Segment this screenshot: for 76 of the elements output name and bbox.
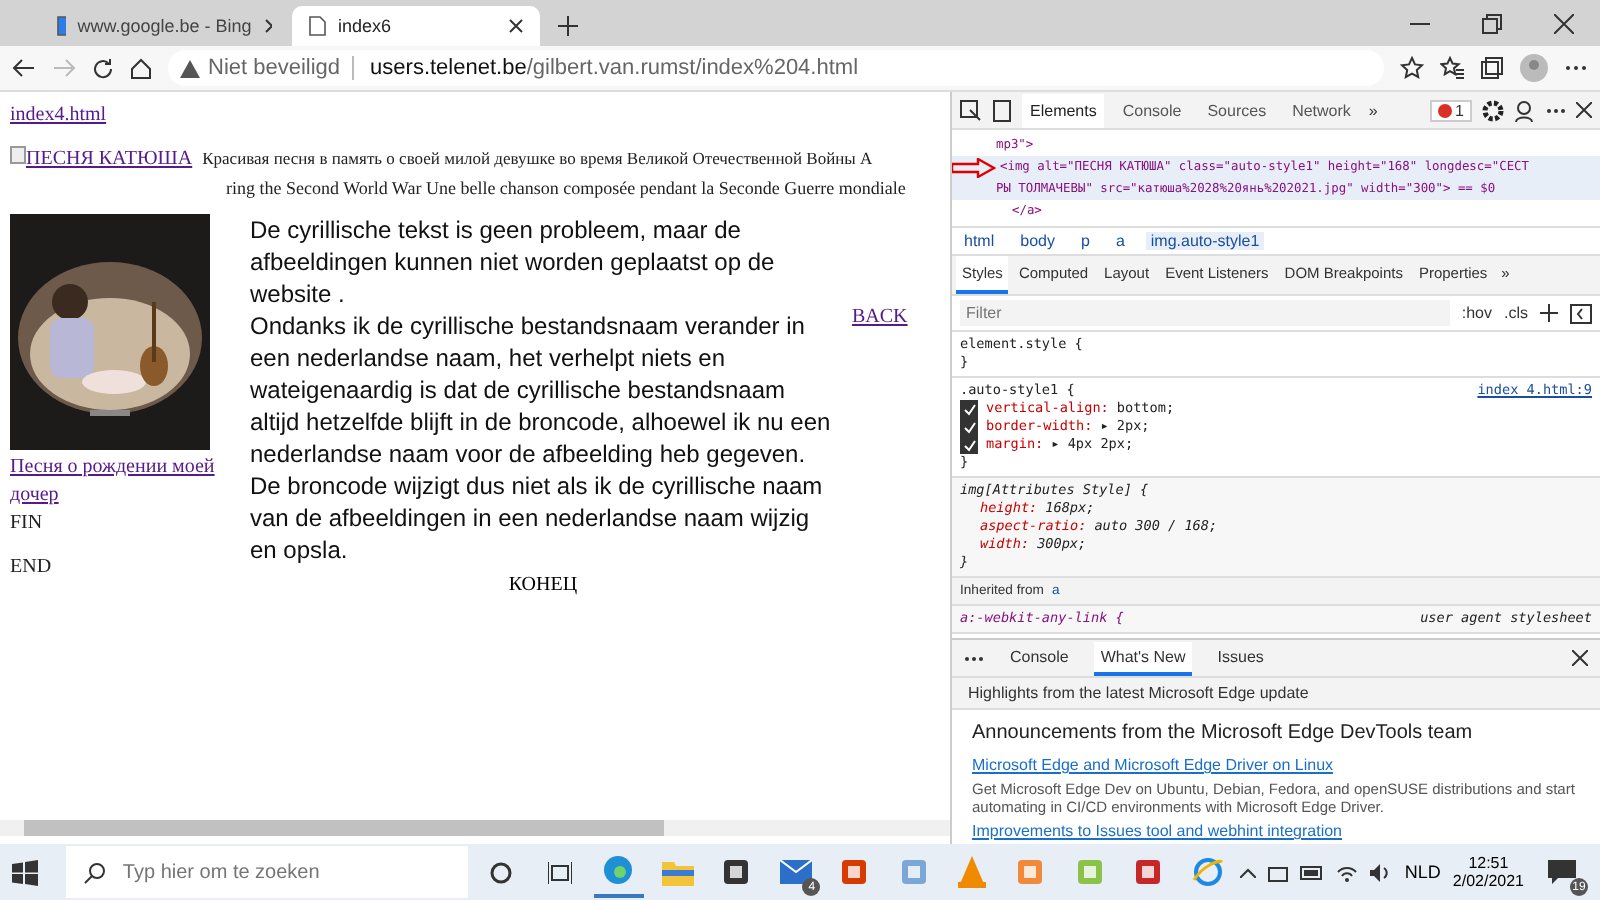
back-icon[interactable]	[12, 58, 36, 78]
search-field[interactable]: Typ hier om te zoeken	[66, 846, 468, 898]
battery-icon[interactable]	[1300, 865, 1325, 879]
more-tabs-button[interactable]: »	[1368, 101, 1378, 119]
clock[interactable]: 12:51 2/02/2021	[1452, 854, 1524, 890]
device-icon[interactable]	[992, 99, 1012, 121]
drawer-tab[interactable]: What's New	[1094, 641, 1192, 675]
warning-icon	[180, 59, 200, 77]
language-indicator[interactable]: NLD	[1404, 862, 1441, 882]
breadcrumb[interactable]: a	[1111, 232, 1129, 250]
security-label: Niet beveiligd	[208, 56, 355, 80]
minimize-icon[interactable]	[1410, 21, 1430, 25]
drawer-tab[interactable]: Console	[1004, 641, 1075, 675]
inspect-icon[interactable]	[960, 99, 982, 121]
sidebar-icon[interactable]	[1570, 303, 1592, 323]
highlight-text: Highlights from the latest Microsoft Edge update	[952, 678, 1600, 710]
link[interactable]: ПЕСНЯ КАТЮША	[26, 148, 193, 170]
url-text: users.telenet.be/gilbert.van.rumst/index%204.html	[370, 56, 859, 80]
broken-image-icon	[10, 146, 26, 164]
paragraph: De cyrillische tekst is geen probleem, maar de afbeeldingen kunnen niet worden geplaatst op de website .	[250, 214, 777, 310]
browser-tab[interactable]: index6	[292, 6, 540, 46]
drawer-tab[interactable]: Issues	[1211, 641, 1270, 675]
page-icon	[56, 16, 66, 36]
breadcrumb[interactable]: body	[1016, 232, 1059, 250]
devtools-tab[interactable]: Console	[1114, 93, 1190, 127]
checkbox[interactable]	[960, 418, 978, 436]
paragraph: Ondanks ik de cyrillische bestandsnaam verander in een nederlandse naam, het verhelpt niets en wateigenaardig is dat de cyrillische bestandsnaam altijd hetzelfde blijft in de broncode, alhoewel ik nu een nederlandse naam voor de afbeelding heb gegeven. De broncode wijzigt dus niet als ik de cyrillische naam van de afbeeldingen in een nederlandse naam wijzig en opsla.	[250, 310, 833, 566]
link[interactable]: дочер	[10, 484, 234, 506]
caption-text: ring the Second World War Une belle chanson composée pendant la Seconde Guerre mondiale	[224, 178, 908, 198]
text: FIN	[10, 512, 45, 534]
more-icon[interactable]	[1546, 107, 1566, 113]
caption-text: Красивая песня в память о своей милой девушке во время Великой Отечественной Войны A	[202, 148, 873, 168]
breadcrumb[interactable]: html	[960, 232, 999, 250]
breadcrumb[interactable]: p	[1076, 232, 1094, 250]
profile-icon[interactable]	[1520, 54, 1548, 82]
link[interactable]: Песня о рождении моей	[10, 456, 234, 478]
arrow-drawing	[952, 157, 996, 177]
heading: Announcements from the Microsoft Edge DevTools team	[972, 722, 1475, 744]
devtools-tab[interactable]: Elements	[1022, 93, 1105, 127]
favorites-icon[interactable]	[1440, 56, 1464, 80]
back-link[interactable]: BACK	[852, 306, 908, 328]
news-link[interactable]: Improvements to Issues tool and webhint integration	[972, 822, 1580, 840]
plus-icon[interactable]	[1540, 304, 1558, 322]
chevron-icon[interactable]	[1240, 867, 1257, 877]
error-badge[interactable]: 1	[1429, 99, 1472, 121]
address-bar[interactable]: Niet beveiligd users.telenet.be/gilbert.van.rumst/index%204.html	[168, 50, 1384, 86]
cls-button[interactable]: .cls	[1504, 304, 1528, 322]
checkbox[interactable]	[960, 436, 978, 454]
settings-icon[interactable]	[1482, 99, 1504, 121]
filter-field[interactable]: Filter	[960, 300, 1450, 326]
text: END	[10, 556, 54, 578]
news-link[interactable]: Microsoft Edge and Microsoft Edge Driver on Linux	[972, 756, 1580, 774]
more-icon[interactable]	[1564, 64, 1588, 72]
hov-button[interactable]: :hov	[1461, 304, 1492, 322]
more-icon[interactable]	[964, 655, 984, 661]
search-icon[interactable]	[84, 862, 107, 884]
checkbox[interactable]	[960, 400, 978, 418]
page-icon	[308, 16, 326, 36]
mail-icon[interactable]	[779, 860, 812, 884]
scrollbar[interactable]	[0, 820, 950, 836]
browser-tab[interactable]: www.google.be - Bing	[40, 6, 288, 46]
refresh-icon[interactable]	[92, 57, 114, 79]
breadcrumb[interactable]: img.auto-style1	[1146, 232, 1264, 250]
home-icon[interactable]	[130, 57, 152, 79]
new-tab-icon[interactable]	[556, 14, 580, 38]
text: КОНЕЦ	[508, 574, 578, 596]
star-icon[interactable]	[1400, 56, 1424, 80]
volume-icon[interactable]	[1370, 863, 1393, 881]
restore-icon[interactable]	[1482, 13, 1502, 33]
devtools-tab[interactable]: Network	[1284, 93, 1359, 127]
feedback-icon[interactable]	[1514, 99, 1536, 121]
link[interactable]: index4.html	[10, 104, 940, 126]
collections-icon[interactable]	[1480, 56, 1504, 80]
notification-icon[interactable]	[1548, 860, 1576, 884]
devtools-tab[interactable]: Sources	[1199, 93, 1275, 127]
wifi-icon[interactable]	[1336, 863, 1359, 881]
